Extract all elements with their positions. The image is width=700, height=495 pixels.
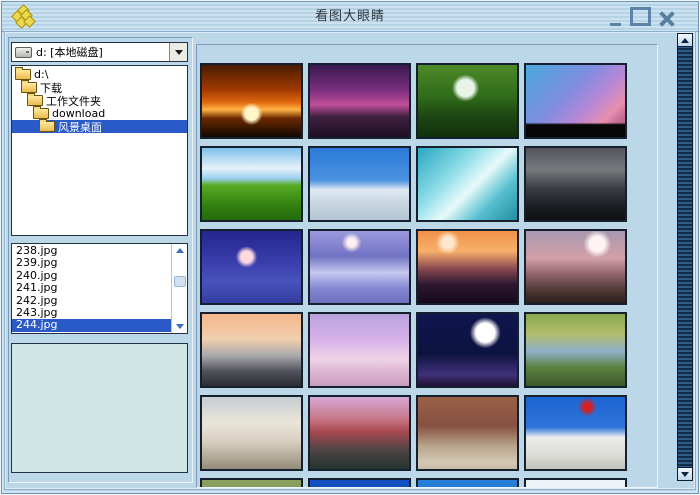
thumbnail-purple-sunset-beach[interactable] bbox=[308, 63, 411, 139]
thumbnail-white-clouds[interactable] bbox=[524, 478, 627, 488]
folder-tree: d:\下载工作文件夹download风景桌面 bbox=[11, 65, 188, 236]
thumbnail-city-sunset-moon[interactable] bbox=[416, 229, 519, 305]
thumbnail-purple-pine-painting[interactable] bbox=[308, 312, 411, 388]
folder-icon bbox=[33, 108, 49, 119]
thumbnail-sunset-over-sea[interactable] bbox=[200, 63, 303, 139]
window-controls bbox=[609, 7, 676, 27]
thumbnail-green-field-sky[interactable] bbox=[200, 146, 303, 222]
folder-icon bbox=[27, 95, 43, 106]
thumbnail-potala-palace[interactable] bbox=[524, 395, 627, 471]
window-title: 看图大眼睛 bbox=[2, 2, 698, 31]
thumbnail-grid bbox=[200, 63, 627, 488]
thumbnail-winter-river-forest[interactable] bbox=[308, 229, 411, 305]
thumbnail-snowy-town-blue-sky[interactable] bbox=[308, 146, 411, 222]
folder-icon bbox=[39, 121, 55, 132]
scroll-down-icon[interactable] bbox=[172, 320, 187, 333]
drive-selector[interactable]: d: [本地磁盘] bbox=[11, 42, 188, 62]
folder-icon bbox=[21, 82, 37, 93]
drive-icon bbox=[15, 47, 32, 58]
thumbnail-old-courtyard[interactable] bbox=[416, 395, 519, 471]
file-list: 238.jpg239.jpg240.jpg241.jpg242.jpg243.j… bbox=[11, 243, 188, 334]
minimize-button[interactable] bbox=[609, 10, 622, 27]
thumbnail-pastel-sunset-coast[interactable] bbox=[200, 312, 303, 388]
maximize-button[interactable] bbox=[630, 7, 651, 26]
file-list-scrollbar[interactable] bbox=[171, 244, 187, 333]
thumbnail-sky-sparkler-silhouette[interactable] bbox=[524, 63, 627, 139]
thumbnail-scroll-down-icon[interactable] bbox=[678, 467, 692, 480]
thumbnail-turquoise-wave[interactable] bbox=[416, 146, 519, 222]
scroll-thumb[interactable] bbox=[174, 276, 186, 287]
folder-tree-item[interactable]: d:\ bbox=[12, 68, 187, 81]
scroll-up-icon[interactable] bbox=[172, 244, 187, 257]
thumbnail-scrollbar[interactable] bbox=[677, 33, 693, 481]
file-list-item[interactable]: 241.jpg bbox=[12, 282, 172, 294]
app-window: 看图大眼睛 d: [本地磁盘] d:\下载工作文件夹download风景桌面 2… bbox=[0, 0, 700, 495]
thumbnail-white-stone-church[interactable] bbox=[200, 395, 303, 471]
drive-dropdown-arrow-icon[interactable] bbox=[169, 43, 187, 61]
thumbnail-blue-coastline[interactable] bbox=[416, 478, 519, 488]
close-button[interactable] bbox=[659, 10, 676, 27]
folder-label: 风景桌面 bbox=[58, 119, 102, 135]
thumbnail-deep-blue-sea[interactable] bbox=[308, 478, 411, 488]
drive-selector-value: d: [本地磁盘] bbox=[36, 44, 169, 60]
thumbnail-pink-peaks-moon[interactable] bbox=[524, 229, 627, 305]
titlebar: 看图大眼睛 bbox=[2, 2, 698, 32]
folder-icon bbox=[15, 69, 31, 80]
thumbnail-green-hillside[interactable] bbox=[200, 478, 303, 488]
file-list-rows: 238.jpg239.jpg240.jpg241.jpg242.jpg243.j… bbox=[12, 245, 172, 333]
thumbnail-venice-canal[interactable] bbox=[308, 395, 411, 471]
thumbnail-panel bbox=[196, 44, 658, 488]
thumbnail-starry-night-moon[interactable] bbox=[416, 312, 519, 388]
thumbnail-scroll-up-icon[interactable] bbox=[678, 34, 692, 47]
file-list-item[interactable]: 244.jpg bbox=[12, 319, 172, 331]
thumbnail-dark-gray-mountains[interactable] bbox=[524, 146, 627, 222]
file-list-item[interactable]: 239.jpg bbox=[12, 257, 172, 269]
thumbnail-jungle-waterfall[interactable] bbox=[416, 63, 519, 139]
thumbnail-snowy-night-moon[interactable] bbox=[200, 229, 303, 305]
thumbnail-alpine-lake-meadow[interactable] bbox=[524, 312, 627, 388]
preview-panel bbox=[11, 343, 188, 473]
sidebar: d: [本地磁盘] d:\下载工作文件夹download风景桌面 238.jpg… bbox=[8, 37, 193, 483]
folder-tree-item[interactable]: 风景桌面 bbox=[12, 120, 187, 133]
